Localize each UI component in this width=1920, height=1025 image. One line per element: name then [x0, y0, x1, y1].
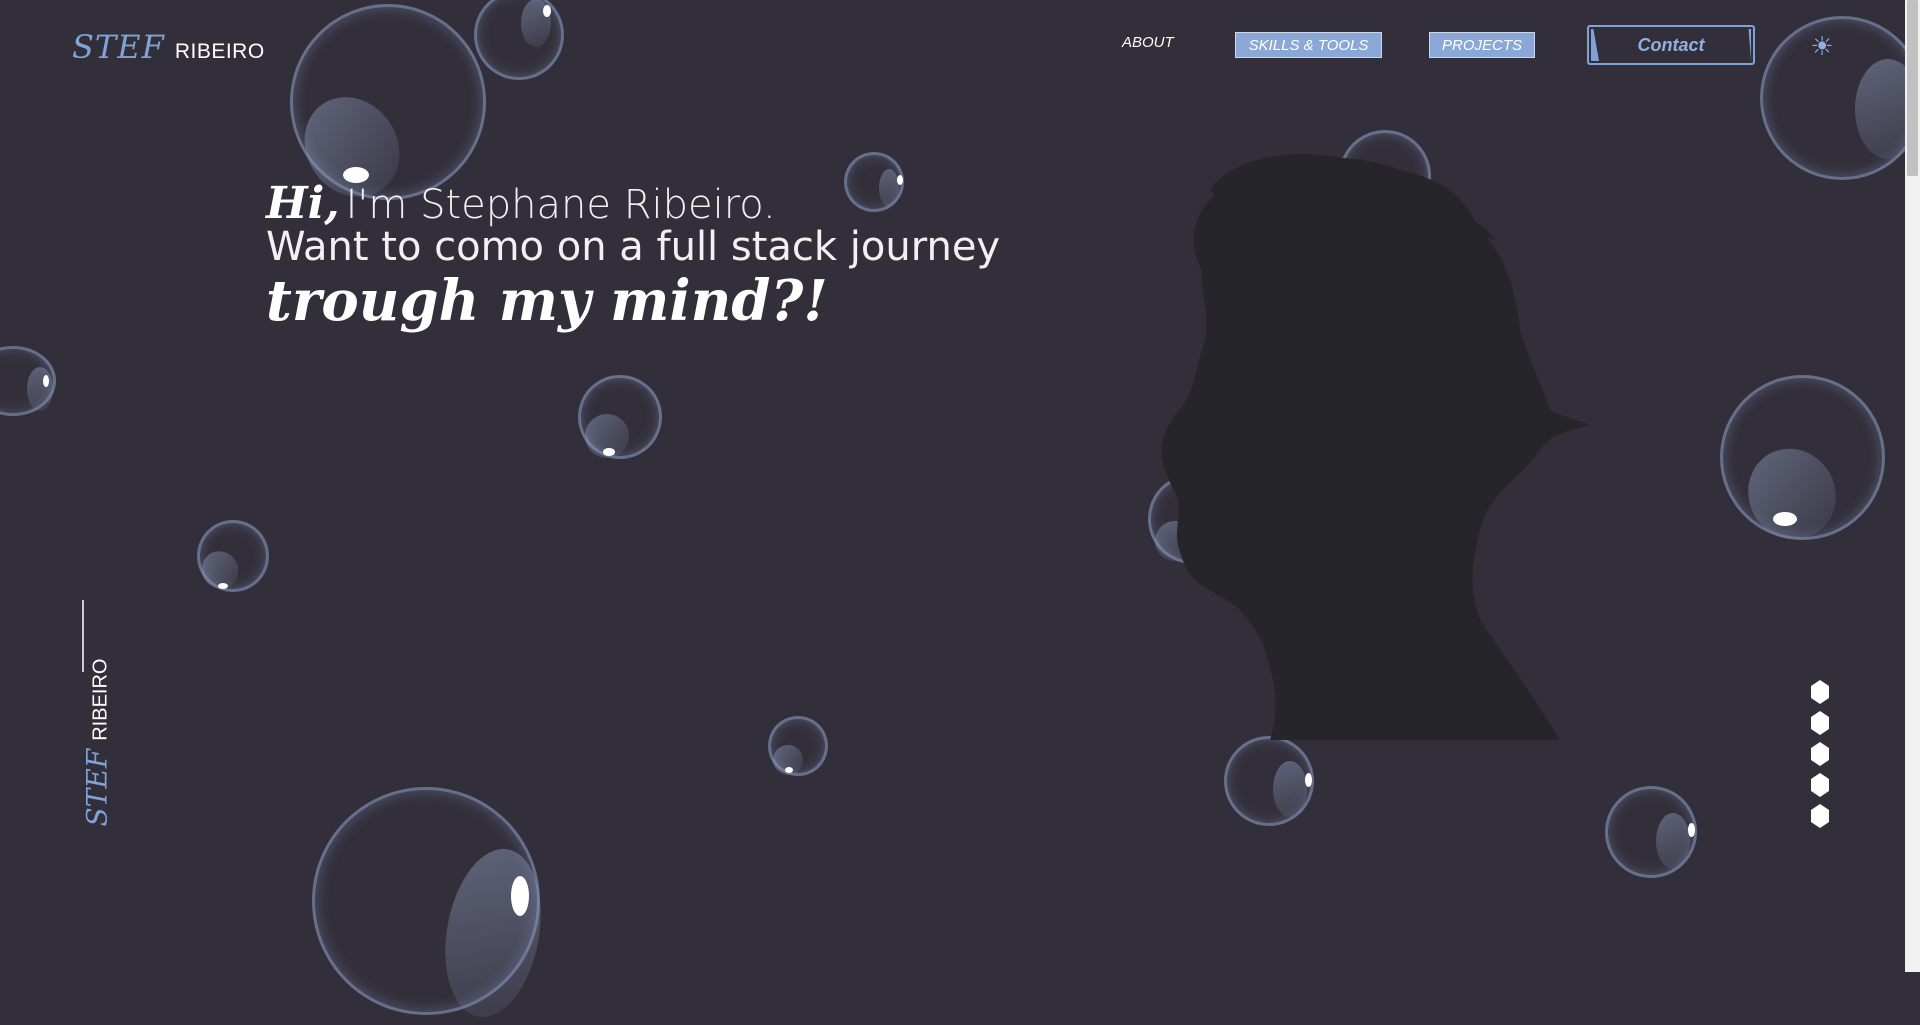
bubble-decoration — [285, 4, 486, 216]
section-dot[interactable] — [1811, 804, 1829, 828]
side-divider — [82, 600, 84, 672]
section-dot[interactable] — [1811, 680, 1829, 704]
nav-about-link[interactable]: ABOUT — [1122, 34, 1174, 51]
hero-hi: Hi, — [266, 178, 340, 229]
bubble-decoration — [767, 716, 828, 781]
nav-skills-button[interactable]: SKILLS & TOOLS — [1235, 32, 1382, 58]
contact-button[interactable]: Contact — [1587, 25, 1755, 65]
bubble-decoration — [0, 346, 56, 416]
bubble-decoration — [576, 375, 662, 467]
hero-greeting: Hi, I'm Stephane Ribeiro. — [266, 178, 1000, 229]
scrollbar-thumb[interactable] — [1907, 0, 1918, 176]
bubble-decoration — [194, 520, 269, 596]
bubble-decoration — [474, 0, 564, 80]
hero-subtitle: Want to como on a full stack journey — [266, 224, 1001, 270]
section-dot[interactable] — [1811, 773, 1829, 797]
side-brand: STEF RIBEIRO — [62, 600, 114, 835]
hero-section: Hi, I'm Stephane Ribeiro. Want to como o… — [266, 178, 1000, 334]
profile-silhouette-image — [1161, 154, 1590, 740]
brand-logo[interactable]: STEF RIBEIRO — [72, 28, 265, 66]
sun-icon[interactable]: ☀ — [1808, 32, 1836, 60]
hero-name-line: I'm Stephane Ribeiro. — [345, 182, 776, 228]
section-dot[interactable] — [1811, 742, 1829, 766]
bubble-decoration — [312, 787, 554, 1025]
logo-text: RIBEIRO — [174, 40, 265, 63]
hero-tagline: trough my mind?! — [266, 268, 828, 334]
side-brand-text: STEF RIBEIRO — [80, 659, 114, 827]
section-nav-dots — [1811, 680, 1831, 835]
bubble-decoration — [1760, 16, 1920, 180]
nav-projects-button[interactable]: PROJECTS — [1429, 32, 1535, 58]
section-dot[interactable] — [1811, 711, 1829, 735]
bubble-decoration — [1720, 375, 1885, 556]
bubble-decoration — [1605, 786, 1697, 878]
side-brand-mark: STEF — [80, 748, 114, 827]
side-brand-name: RIBEIRO — [89, 658, 112, 741]
logo-mark: STEF — [72, 28, 165, 66]
